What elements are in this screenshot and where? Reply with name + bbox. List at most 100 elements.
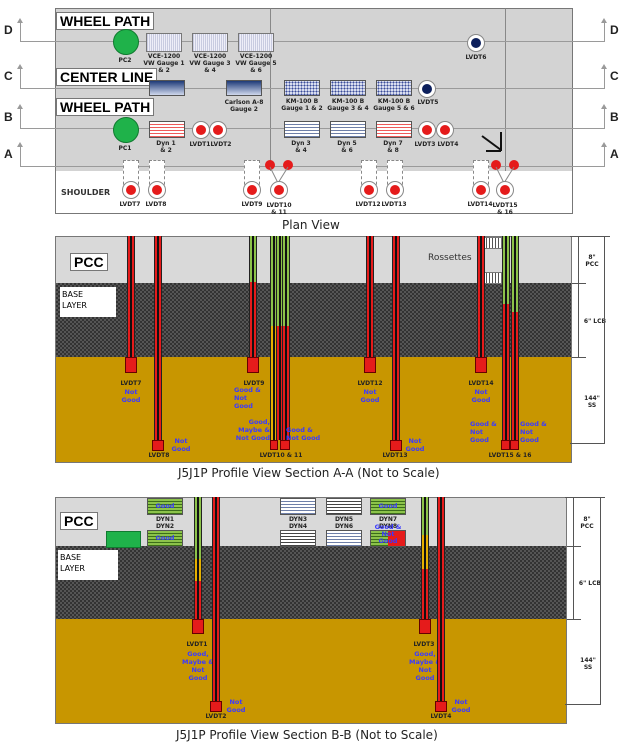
plan-view-caption: Plan View	[282, 218, 340, 232]
lvdt5-sensor	[418, 80, 436, 98]
km-gauge-5-6-label: KM-100 B Gauge 5 & 6	[373, 98, 415, 112]
dyn6-gauge	[326, 530, 362, 547]
lvdt8-sensor	[148, 181, 166, 199]
dim-total-line	[604, 236, 605, 443]
lvdt11-rod-red	[282, 326, 290, 440]
lvdt16-rod-red	[511, 312, 519, 440]
dim-pcc-label: 8" PCC	[580, 516, 594, 530]
km-gauge-1-2-label: KM-100 B Gauge 1 & 2	[281, 98, 323, 112]
section-d-right-tick	[604, 22, 605, 42]
dim-lcb-line	[573, 546, 574, 619]
lvdt14-status: Not Good	[471, 388, 491, 404]
vw-gauge-1-2	[146, 33, 182, 52]
km-gauge-3-4	[330, 80, 366, 96]
lvdt4-profile-label: LVDT4	[430, 713, 452, 720]
dim-pcc-line	[578, 236, 579, 283]
lvdt1-status: Good, Maybe & Not Good	[182, 650, 214, 682]
lvdt1-sensor	[192, 121, 210, 139]
subgrade-layer	[55, 619, 567, 724]
lvdt8-label: LVDT8	[145, 201, 167, 208]
section-a-left-tick	[20, 146, 21, 167]
corner-arrow-icon	[481, 132, 502, 152]
lvdt16-status: Good & Not Good	[520, 420, 547, 444]
lvdt9-rod-green	[249, 236, 257, 282]
dim-tick	[572, 357, 586, 358]
lvdt13-status: Not Good	[405, 437, 425, 453]
lvdt3-rod-green	[421, 497, 429, 535]
pc1-label: PC1	[118, 145, 132, 152]
lvdt12-tip	[364, 357, 376, 373]
dim-pcc-label: 8" PCC	[585, 254, 599, 268]
lvdt4-rod	[437, 497, 445, 701]
lvdt13-sensor	[386, 181, 404, 199]
carlson-gauge-2	[226, 80, 262, 96]
dyn1-status: Good	[155, 502, 175, 510]
lvdt16-tip	[510, 440, 519, 450]
lvdt2-tip	[210, 701, 222, 712]
section-aa-caption: J5J1P Profile View Section A-A (Not to S…	[178, 466, 440, 480]
carlson-gauge-1	[149, 80, 185, 96]
lvdt5-label: LVDT5	[417, 99, 439, 106]
dyn4-gauge	[280, 530, 316, 547]
dyn-gauge-1-2-label: Dyn 1 & 2	[156, 140, 176, 154]
shoulder-label: SHOULDER	[61, 188, 111, 197]
lvdt8-status: Not Good	[171, 437, 191, 453]
dim-tick	[567, 546, 581, 547]
lvdt3-sensor	[418, 121, 436, 139]
lvdt3-label: LVDT3	[414, 141, 436, 148]
vw-gauge-5-6-label: VCE-1200 VW Gauge 5 & 6	[235, 53, 277, 74]
dim-lcb-line	[578, 283, 579, 357]
dyn-gauge-3-4-label: Dyn 3 & 4	[291, 140, 311, 154]
lvdt15-16-label: LVDT15 & 16	[492, 202, 518, 216]
rossette-gauge-top	[483, 237, 502, 249]
lvdt9-tip	[247, 357, 259, 373]
lvdt15-16-sensor	[496, 181, 514, 199]
lvdt7-label: LVDT7	[119, 201, 141, 208]
carlson-gauge-2-label: Carlson A-8 Gauge 2	[224, 99, 264, 113]
lvdt10-tip	[270, 440, 278, 450]
lvdt6-sensor	[467, 34, 485, 52]
section-letter-b-left: B	[4, 110, 13, 124]
lvdt13-tip	[390, 440, 402, 451]
lvdt12-label: LVDT12	[355, 201, 381, 208]
lvdt7-tip	[125, 357, 137, 373]
vw-gauge-3-4	[192, 33, 228, 52]
base-layer	[55, 546, 567, 619]
lvdt12-profile-label: LVDT12	[357, 380, 383, 387]
arrow-up-icon	[601, 104, 607, 109]
arrow-up-icon	[17, 18, 23, 23]
lvdt4-sensor	[436, 121, 454, 139]
lvdt2-profile-label: LVDT2	[205, 713, 227, 720]
lvdt4-status: Not Good	[451, 698, 471, 714]
vw-gauge-5-6	[238, 33, 274, 52]
wheel-path-top-label: WHEEL PATH	[56, 12, 155, 30]
dyn5-gauge	[326, 498, 362, 515]
lvdt13-label: LVDT13	[381, 201, 407, 208]
wheel-path-bottom-label: WHEEL PATH	[56, 98, 155, 116]
lvdt13-profile-label: LVDT13	[382, 452, 408, 459]
pressure-cell-profile	[106, 531, 141, 548]
dyn2-status: Good	[155, 534, 175, 542]
arrow-up-icon	[17, 142, 23, 147]
lvdt13-rod	[392, 236, 400, 440]
lvdt1-rod-yellow	[194, 559, 202, 581]
lvdt10-11-sensor	[270, 181, 288, 199]
section-letter-d-right: D	[610, 23, 619, 37]
lvdt2-label: LVDT2	[210, 141, 232, 148]
lvdt8-rod	[154, 236, 162, 440]
lvdt15-rod-red	[502, 304, 510, 440]
lvdt7-rod	[127, 236, 135, 357]
dyn7-status: Good	[378, 502, 398, 510]
lvdt9-label: LVDT9	[241, 201, 263, 208]
dyn3-dyn4-label: DYN3 DYN4	[288, 516, 308, 530]
dyn1-dyn2-label: DYN1 DYN2	[155, 516, 175, 530]
km-gauge-3-4-label: KM-100 B Gauge 3 & 4	[327, 98, 369, 112]
section-letter-b-right: B	[610, 110, 619, 124]
arrow-up-icon	[17, 104, 23, 109]
lvdt9-sensor	[243, 181, 261, 199]
section-line-d	[20, 41, 604, 42]
lvdt2-rod	[212, 497, 220, 701]
lvdt3-tip	[419, 619, 431, 634]
lvdt4-tip	[435, 701, 447, 712]
dim-pcc-line	[573, 497, 574, 546]
